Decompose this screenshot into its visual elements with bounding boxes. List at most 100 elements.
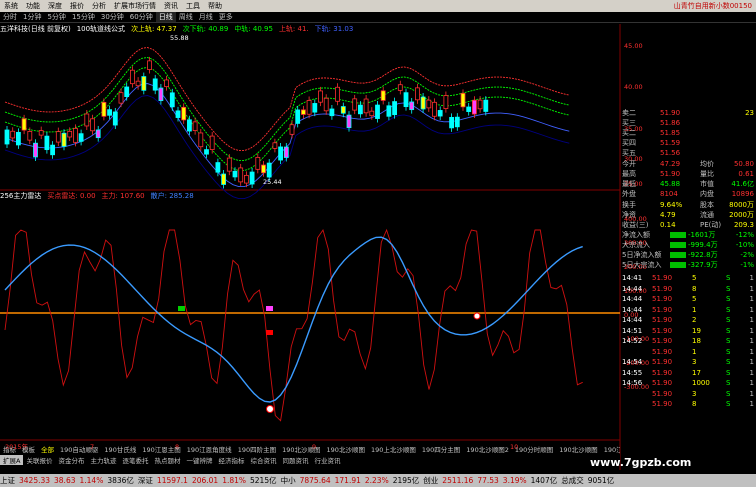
candle-body[interactable] xyxy=(158,87,164,102)
candle-body[interactable] xyxy=(152,78,158,91)
candle-body[interactable] xyxy=(78,133,84,142)
candle-body[interactable] xyxy=(55,131,61,143)
candle-body[interactable] xyxy=(397,84,403,91)
candle-body[interactable] xyxy=(15,131,21,146)
candle-body[interactable] xyxy=(483,99,489,112)
candle-body[interactable] xyxy=(169,92,175,108)
indicator-tab[interactable]: 190四阶主图 xyxy=(235,444,279,454)
candle-body[interactable] xyxy=(266,162,272,178)
candle-body[interactable] xyxy=(278,146,284,161)
indicator-tab[interactable]: 190上北沙顺图 xyxy=(368,444,419,454)
candle-body[interactable] xyxy=(215,162,221,173)
candle-body[interactable] xyxy=(192,121,198,131)
extension-tab[interactable]: 经济指标 xyxy=(215,455,247,465)
candle-body[interactable] xyxy=(73,128,78,143)
candle-body[interactable] xyxy=(21,118,27,131)
extension-tab[interactable]: 扩展A xyxy=(0,454,24,465)
extension-tab[interactable]: 行业资讯 xyxy=(311,455,343,465)
candle-body[interactable] xyxy=(124,86,130,97)
candle-body[interactable] xyxy=(460,92,466,108)
candle-body[interactable] xyxy=(95,129,101,139)
candle-body[interactable] xyxy=(352,98,358,111)
candle-body[interactable] xyxy=(4,129,10,145)
indicator-tab[interactable]: 190四分主图 xyxy=(419,444,463,454)
candle-body[interactable] xyxy=(380,90,386,101)
candle-body[interactable] xyxy=(449,117,455,129)
indicator-tab[interactable]: 全部 xyxy=(38,444,57,454)
candle-body[interactable] xyxy=(295,109,301,124)
candle-body[interactable] xyxy=(226,157,232,172)
extension-tab[interactable]: 热点题材 xyxy=(151,455,183,465)
candle-body[interactable] xyxy=(375,104,380,119)
candle-body[interactable] xyxy=(38,130,44,136)
candle-body[interactable] xyxy=(61,132,67,147)
candle-body[interactable] xyxy=(238,167,244,183)
candle-body[interactable] xyxy=(84,113,90,127)
candle-body[interactable] xyxy=(426,99,432,109)
candle-body[interactable] xyxy=(101,101,107,117)
candle-body[interactable] xyxy=(221,173,227,185)
candle-body[interactable] xyxy=(129,69,135,85)
candle-body[interactable] xyxy=(414,87,420,101)
indicator-tab[interactable]: 190北沙顺图2 xyxy=(463,444,512,454)
candle-body[interactable] xyxy=(272,142,278,149)
candle-body[interactable] xyxy=(306,100,312,115)
candle-body[interactable] xyxy=(477,99,483,110)
candle-body[interactable] xyxy=(112,111,118,126)
indicator-tab[interactable]: 190江恩主图 xyxy=(139,444,183,454)
candle-body[interactable] xyxy=(255,156,261,170)
candle-body[interactable] xyxy=(392,101,398,116)
candle-body[interactable] xyxy=(312,103,318,113)
indicator-tab[interactable]: 模板 xyxy=(19,444,38,454)
extension-tab[interactable]: 逐笔委托 xyxy=(119,455,151,465)
indicator-tab[interactable]: 指标 xyxy=(0,444,19,454)
candle-body[interactable] xyxy=(300,109,306,115)
candle-body[interactable] xyxy=(107,109,112,116)
extension-tab[interactable]: 一键辨牌 xyxy=(183,455,215,465)
candle-body[interactable] xyxy=(323,97,329,112)
candle-body[interactable] xyxy=(409,101,415,111)
candle-body[interactable] xyxy=(10,130,16,139)
candle-body[interactable] xyxy=(175,110,181,118)
candle-body[interactable] xyxy=(369,110,375,117)
candle-body[interactable] xyxy=(67,130,73,138)
candle-body[interactable] xyxy=(232,170,238,178)
candle-body[interactable] xyxy=(454,116,460,128)
indicator-tab[interactable]: 190甘氏线 xyxy=(101,444,139,454)
indicator-tab[interactable]: 190江恩角度线 xyxy=(184,444,235,454)
candle-body[interactable] xyxy=(209,135,215,150)
candle-body[interactable] xyxy=(186,119,192,132)
candle-body[interactable] xyxy=(33,142,38,158)
candle-body[interactable] xyxy=(181,106,187,121)
candle-body[interactable] xyxy=(198,132,204,148)
candle-body[interactable] xyxy=(283,146,289,158)
candle-body[interactable] xyxy=(329,108,335,117)
extension-tab[interactable]: 关联报价 xyxy=(23,455,55,465)
candle-body[interactable] xyxy=(261,164,266,174)
candle-body[interactable] xyxy=(403,92,409,108)
candle-body[interactable] xyxy=(164,79,170,88)
candle-body[interactable] xyxy=(432,101,437,117)
indicator-tab[interactable]: 190江恩角度线 xyxy=(601,444,620,454)
candle-body[interactable] xyxy=(118,92,124,104)
candle-body[interactable] xyxy=(335,86,341,102)
candle-body[interactable] xyxy=(443,95,449,110)
candle-body[interactable] xyxy=(386,105,392,117)
indicator-tab[interactable]: 190北沙顺图 xyxy=(279,444,323,454)
candle-body[interactable] xyxy=(27,131,33,141)
candle-body[interactable] xyxy=(141,76,147,91)
candle-body[interactable] xyxy=(135,80,141,87)
candle-body[interactable] xyxy=(289,124,295,135)
extension-tab[interactable]: 主力轨迹 xyxy=(87,455,119,465)
candle-body[interactable] xyxy=(471,99,477,115)
indicator-tab[interactable]: 190北沙顺图 xyxy=(556,444,600,454)
extension-tab[interactable]: 综合资讯 xyxy=(247,455,279,465)
extension-tab[interactable]: 资金分布 xyxy=(55,455,87,465)
candle-body[interactable] xyxy=(357,104,363,115)
candle-body[interactable] xyxy=(147,60,152,70)
indicator-tab[interactable]: 190北沙顺图 xyxy=(324,444,368,454)
candle-body[interactable] xyxy=(346,114,352,129)
candle-body[interactable] xyxy=(44,135,50,151)
candle-body[interactable] xyxy=(90,118,95,132)
candle-body[interactable] xyxy=(243,174,249,184)
